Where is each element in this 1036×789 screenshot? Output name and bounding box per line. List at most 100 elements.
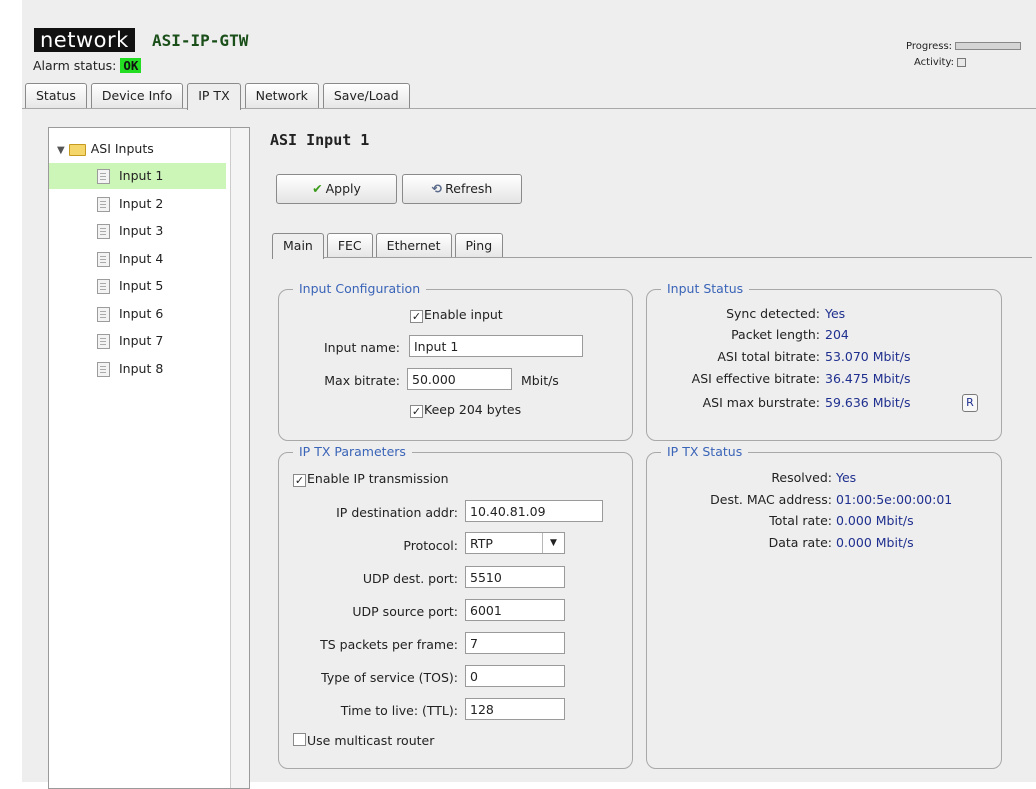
enable-ip-label: Enable IP transmission xyxy=(307,471,449,486)
ts-packets-label: TS packets per frame: xyxy=(320,637,458,652)
enable-input-label: Enable input xyxy=(424,307,503,322)
tree-scrollbar[interactable] xyxy=(230,128,249,788)
tree-item-input-7[interactable]: Input 7 xyxy=(49,328,163,354)
tree-item-label: Input 1 xyxy=(119,168,164,183)
packet-length-value: 204 xyxy=(825,327,849,342)
input-tree: ▼ ASI Inputs Input 1 Input 2 Input 3 Inpu… xyxy=(48,127,250,789)
ts-packets-field[interactable] xyxy=(465,632,565,654)
udp-source-port-field[interactable] xyxy=(465,599,565,621)
dest-mac-label: Dest. MAC address: xyxy=(710,492,832,507)
keep-204-bytes-checkbox[interactable]: ✓ Keep 204 bytes xyxy=(410,402,521,418)
dest-mac-value: 01:00:5e:00:00:01 xyxy=(836,492,953,507)
panel-title: ASI Input 1 xyxy=(270,131,370,149)
udp-dest-port-label: UDP dest. port: xyxy=(362,571,458,586)
enable-ip-transmission-checkbox[interactable]: ✓ Enable IP transmission xyxy=(293,471,449,487)
input-name-field[interactable] xyxy=(409,335,583,357)
tab-ip-tx[interactable]: IP TX xyxy=(187,83,241,110)
reset-burstrate-button[interactable]: R xyxy=(962,394,978,412)
ip-destination-field[interactable] xyxy=(465,500,603,522)
tree-item-input-8[interactable]: Input 8 xyxy=(49,356,163,382)
input-configuration-legend: Input Configuration xyxy=(293,281,427,297)
data-rate-label: Data rate: xyxy=(768,535,832,550)
apply-label: Apply xyxy=(325,181,361,196)
alarm-ok-badge: OK xyxy=(120,58,142,73)
file-icon xyxy=(97,169,110,184)
protocol-select[interactable]: RTP ▼ xyxy=(465,532,565,554)
udp-source-port-label: UDP source port: xyxy=(352,604,458,619)
tab-network[interactable]: Network xyxy=(244,83,319,108)
tree-item-label: Input 7 xyxy=(119,333,164,348)
device-name: ASI-IP-GTW xyxy=(152,31,249,50)
refresh-button[interactable]: ⟲ Refresh xyxy=(402,174,522,204)
tab-status[interactable]: Status xyxy=(25,83,87,108)
max-bitrate-field[interactable] xyxy=(407,368,512,390)
resolved-value: Yes xyxy=(836,470,857,485)
file-icon xyxy=(97,307,110,322)
ip-destination-label: IP destination addr: xyxy=(336,505,458,520)
total-rate-value: 0.000 Mbit/s xyxy=(836,513,914,528)
progress-label: Progress: xyxy=(906,41,953,52)
max-bitrate-label: Max bitrate: xyxy=(324,373,400,388)
enable-input-checkbox[interactable]: ✓ Enable input xyxy=(410,307,503,323)
main-tabs: Status Device Info IP TX Network Save/Lo… xyxy=(25,83,414,110)
asi-effective-bitrate-value: 36.475 Mbit/s xyxy=(825,371,911,386)
tab-ping[interactable]: Ping xyxy=(454,233,504,257)
activity-label: Activity: xyxy=(914,57,955,68)
tab-ethernet[interactable]: Ethernet xyxy=(375,233,452,257)
tab-main[interactable]: Main xyxy=(272,233,324,259)
file-icon xyxy=(97,362,110,377)
alarm-status: Alarm status: OK xyxy=(33,58,142,73)
udp-dest-port-field[interactable] xyxy=(465,566,565,588)
input-name-label: Input name: xyxy=(323,340,400,355)
tab-fec[interactable]: FEC xyxy=(326,233,373,257)
tab-save-load[interactable]: Save/Load xyxy=(322,83,410,108)
file-icon xyxy=(97,197,110,212)
activity-light xyxy=(957,57,967,67)
tos-field[interactable] xyxy=(465,665,565,687)
tree-root-asi-inputs[interactable]: ▼ ASI Inputs xyxy=(57,136,154,162)
tree-item-label: Input 8 xyxy=(119,361,164,376)
multicast-label: Use multicast router xyxy=(307,733,435,748)
expand-arrow-icon[interactable]: ▼ xyxy=(57,145,65,156)
resolved-label: Resolved: xyxy=(771,470,832,485)
file-icon xyxy=(97,279,110,294)
tree-item-input-6[interactable]: Input 6 xyxy=(49,301,163,327)
ttl-label: Time to live: (TTL): xyxy=(340,703,458,718)
tree-item-input-3[interactable]: Input 3 xyxy=(49,218,163,244)
file-icon xyxy=(97,334,110,349)
asi-total-bitrate-value: 53.070 Mbit/s xyxy=(825,349,911,364)
activity-indicator: Activity: xyxy=(914,57,967,68)
tree-item-input-1[interactable]: Input 1 xyxy=(49,163,226,189)
tree-root-label: ASI Inputs xyxy=(90,141,154,156)
tree-item-label: Input 4 xyxy=(119,251,164,266)
asi-max-burstrate-label: ASI max burstrate: xyxy=(702,395,820,410)
network-logo: network xyxy=(34,28,135,52)
ttl-field[interactable] xyxy=(465,698,565,720)
input-status-legend: Input Status xyxy=(661,281,750,297)
tree-item-input-5[interactable]: Input 5 xyxy=(49,273,163,299)
checkmark-icon: ✓ xyxy=(410,405,423,418)
tree-item-input-4[interactable]: Input 4 xyxy=(49,246,163,272)
chevron-down-icon[interactable]: ▼ xyxy=(542,533,564,553)
tree-item-label: Input 3 xyxy=(119,223,164,238)
tab-device-info[interactable]: Device Info xyxy=(90,83,184,108)
sub-tabs: Main FEC Ethernet Ping xyxy=(272,233,506,259)
file-icon xyxy=(97,252,110,267)
tree-item-label: Input 5 xyxy=(119,278,164,293)
use-multicast-router-checkbox[interactable]: Use multicast router xyxy=(293,733,434,748)
progress-indicator: Progress: xyxy=(906,41,1022,52)
ip-tx-status-legend: IP TX Status xyxy=(661,444,749,460)
checkmark-icon: ✔ xyxy=(312,181,323,196)
total-rate-label: Total rate: xyxy=(769,513,832,528)
tree-item-label: Input 2 xyxy=(119,196,164,211)
asi-total-bitrate-label: ASI total bitrate: xyxy=(717,349,820,364)
tree-item-input-2[interactable]: Input 2 xyxy=(49,191,163,217)
progress-bar xyxy=(955,42,1022,50)
tree-item-label: Input 6 xyxy=(119,306,164,321)
ip-tx-parameters-legend: IP TX Parameters xyxy=(293,444,412,460)
apply-button[interactable]: ✔ Apply xyxy=(276,174,397,204)
file-icon xyxy=(97,224,110,239)
folder-icon xyxy=(68,143,86,156)
asi-max-burstrate-value: 59.636 Mbit/s xyxy=(825,395,911,410)
checkmark-icon: ✓ xyxy=(293,474,306,487)
